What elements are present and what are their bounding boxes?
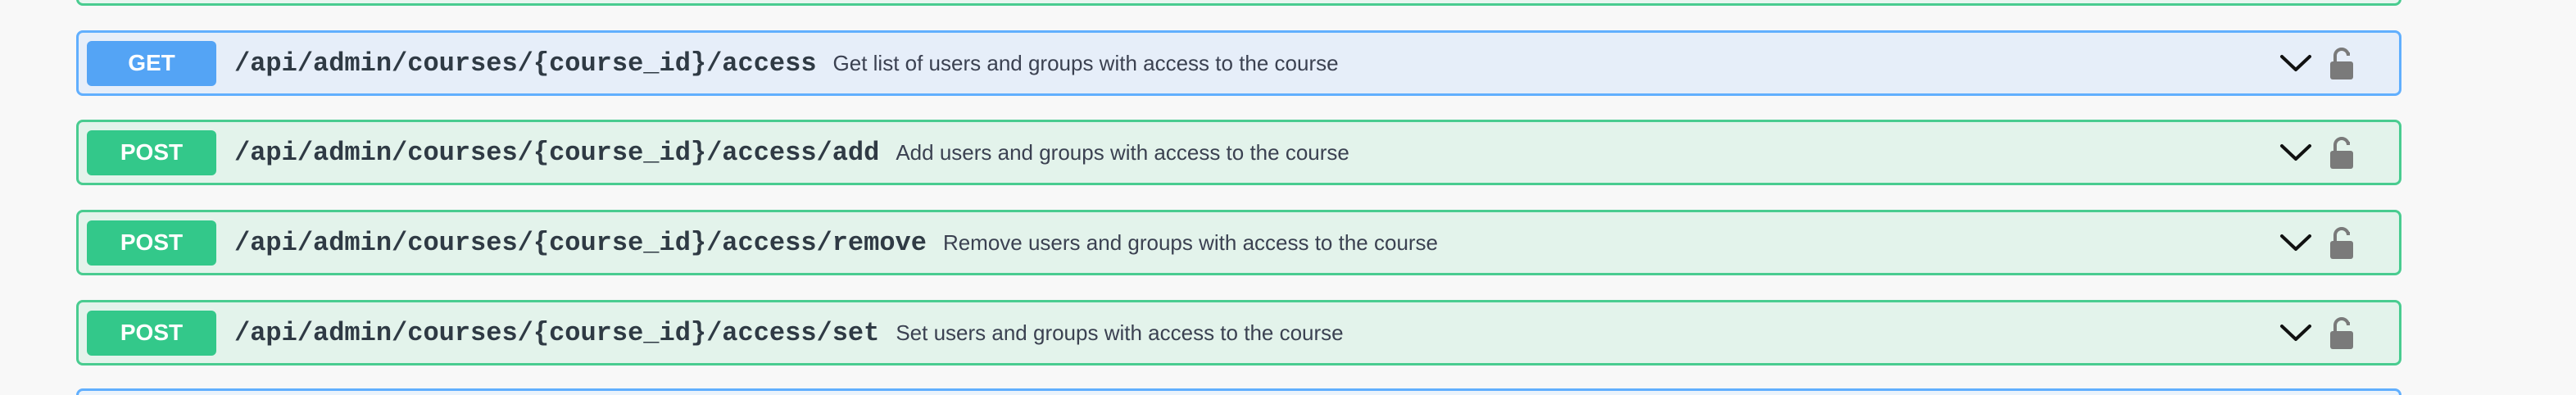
endpoint-path: /api/admin/courses/{course_id}/access/ad… — [234, 137, 880, 168]
chevron-down-icon[interactable] — [2278, 45, 2314, 81]
method-badge: POST — [87, 129, 216, 175]
previous-operation-edge[interactable] — [76, 0, 2401, 6]
lock-icon[interactable] — [2325, 134, 2358, 171]
operation-post-access-set[interactable]: POST /api/admin/courses/{course_id}/acce… — [76, 300, 2401, 365]
operation-get-access[interactable]: GET /api/admin/courses/{course_id}/acces… — [76, 30, 2401, 96]
endpoint-summary: Add users and groups with access to the … — [896, 139, 1349, 165]
endpoint-path: /api/admin/courses/{course_id}/access/se… — [234, 317, 880, 348]
next-operation-edge[interactable] — [76, 388, 2401, 395]
method-badge: GET — [87, 40, 216, 86]
endpoint-summary: Remove users and groups with access to t… — [942, 229, 1439, 255]
lock-icon[interactable] — [2325, 314, 2358, 352]
chevron-down-icon[interactable] — [2278, 134, 2314, 170]
endpoint-path: /api/admin/courses/{course_id}/access — [234, 48, 817, 79]
endpoint-summary: Set users and groups with access to the … — [896, 320, 1344, 345]
operation-post-access-remove[interactable]: POST /api/admin/courses/{course_id}/acce… — [76, 210, 2401, 275]
method-badge: POST — [87, 310, 216, 356]
lock-icon[interactable] — [2325, 44, 2358, 82]
chevron-down-icon[interactable] — [2278, 225, 2314, 261]
chevron-down-icon[interactable] — [2278, 315, 2314, 351]
method-badge: POST — [87, 220, 216, 266]
lock-icon[interactable] — [2325, 224, 2358, 261]
operations-list: GET /api/admin/courses/{course_id}/acces… — [0, 0, 2576, 395]
operation-post-access-add[interactable]: POST /api/admin/courses/{course_id}/acce… — [76, 120, 2401, 185]
endpoint-summary: Get list of users and groups with access… — [832, 50, 1339, 75]
endpoint-path: /api/admin/courses/{course_id}/access/re… — [234, 227, 927, 258]
